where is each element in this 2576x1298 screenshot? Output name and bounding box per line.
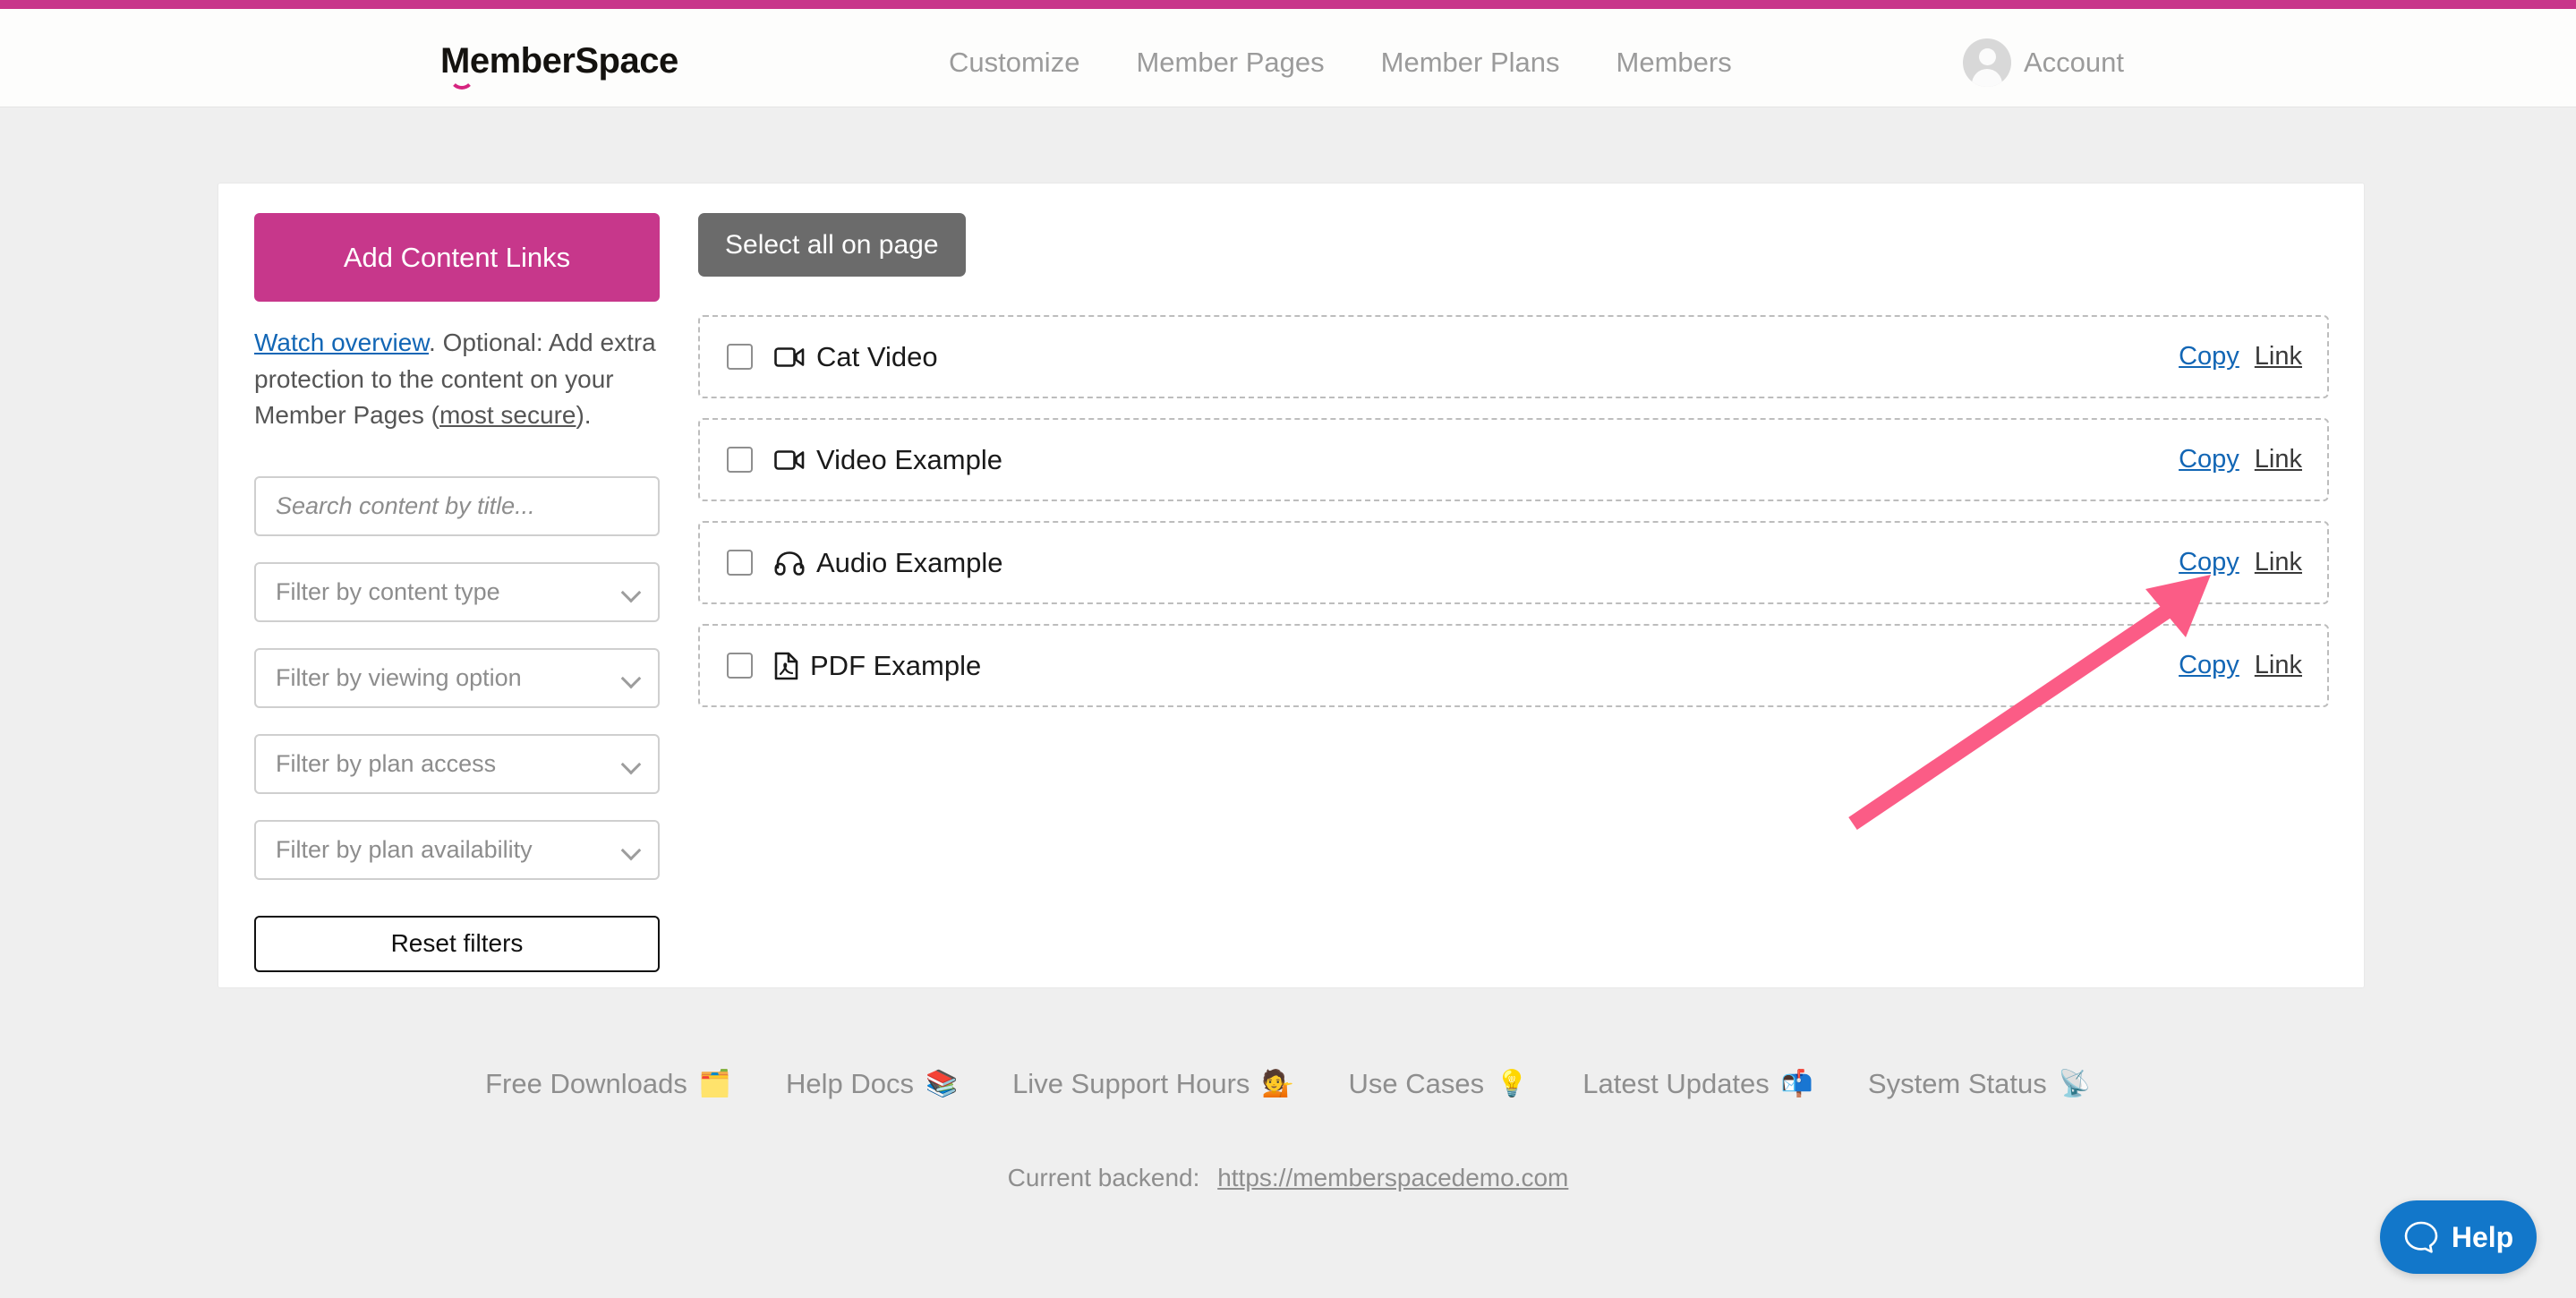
- open-link-action[interactable]: Link: [2255, 342, 2302, 371]
- footer-link-label: Free Downloads: [485, 1068, 687, 1099]
- footer-links: Free Downloads 🗂️ Help Docs 📚 Live Suppo…: [0, 1068, 2576, 1100]
- row-actions: Copy Link: [2179, 445, 2302, 474]
- footer-link-label: System Status: [1867, 1068, 2047, 1099]
- open-link-action[interactable]: Link: [2255, 651, 2302, 680]
- account-label: Account: [2024, 47, 2125, 78]
- current-backend-label: Current backend:: [1007, 1164, 1200, 1191]
- card-index-dividers-icon: 🗂️: [698, 1070, 731, 1098]
- select-all-on-page-button[interactable]: Select all on page: [698, 213, 966, 277]
- nav-item-member-pages[interactable]: Member Pages: [1136, 47, 1324, 79]
- current-backend-url[interactable]: https://memberspacedemo.com: [1217, 1164, 1568, 1191]
- help-widget-button[interactable]: Help: [2380, 1200, 2537, 1274]
- footer-link-free-downloads[interactable]: Free Downloads 🗂️: [485, 1068, 731, 1100]
- nav-item-members[interactable]: Members: [1616, 47, 1732, 79]
- filter-viewing-option-select[interactable]: Filter by viewing option: [254, 647, 660, 708]
- chevron-down-icon: [620, 668, 642, 689]
- books-icon: 📚: [925, 1070, 959, 1098]
- footer-link-label: Help Docs: [785, 1068, 914, 1099]
- content-title: Audio Example: [816, 546, 1003, 578]
- nav-item-member-plans[interactable]: Member Plans: [1381, 47, 1560, 79]
- footer-link-use-cases[interactable]: Use Cases 💡: [1349, 1068, 1529, 1100]
- filter-plan-access-label: Filter by plan access: [276, 749, 497, 777]
- filter-viewing-option-label: Filter by viewing option: [276, 663, 522, 691]
- sidebar-helper-text: Watch overview. Optional: Add extra prot…: [254, 325, 660, 434]
- account-menu[interactable]: Account: [1963, 38, 2124, 87]
- table-row[interactable]: PDF Example Copy Link: [698, 624, 2329, 707]
- speech-bubble-icon: [2404, 1221, 2438, 1253]
- help-widget-label: Help: [2451, 1220, 2514, 1253]
- row-checkbox[interactable]: [727, 447, 753, 473]
- row-checkbox[interactable]: [727, 344, 753, 370]
- support-person-icon: 💁: [1261, 1070, 1294, 1098]
- open-link-action[interactable]: Link: [2255, 548, 2302, 577]
- logo-smile-icon: [449, 77, 474, 90]
- nav-item-customize[interactable]: Customize: [949, 47, 1079, 79]
- brand-top-strip: [0, 0, 2576, 9]
- filters-sidebar: Add Content Links Watch overview. Option…: [254, 213, 660, 972]
- helper-tail-text: ).: [576, 401, 592, 430]
- footer-link-label: Latest Updates: [1582, 1068, 1770, 1099]
- content-title: PDF Example: [810, 649, 982, 681]
- table-row[interactable]: Cat Video Copy Link: [698, 315, 2329, 398]
- current-backend-line: Current backend: https://memberspacedemo…: [0, 1164, 2576, 1192]
- satellite-antenna-icon: 📡: [2058, 1070, 2091, 1098]
- row-checkbox[interactable]: [727, 653, 753, 679]
- filter-content-type-select[interactable]: Filter by content type: [254, 561, 660, 622]
- filter-plan-availability-select[interactable]: Filter by plan availability: [254, 819, 660, 880]
- open-link-action[interactable]: Link: [2255, 445, 2302, 474]
- footer-link-live-support-hours[interactable]: Live Support Hours 💁: [1012, 1068, 1293, 1100]
- table-row[interactable]: Video Example Copy Link: [698, 418, 2329, 501]
- chevron-down-icon: [620, 754, 642, 775]
- footer-link-help-docs[interactable]: Help Docs 📚: [786, 1068, 958, 1100]
- row-actions: Copy Link: [2179, 342, 2302, 371]
- headphones-icon: [774, 551, 805, 576]
- most-secure-link[interactable]: most secure: [439, 401, 576, 429]
- watch-overview-link[interactable]: Watch overview: [254, 329, 429, 356]
- footer-link-system-status[interactable]: System Status 📡: [1868, 1068, 2091, 1100]
- user-avatar-icon: [1963, 38, 2011, 87]
- filter-content-type-label: Filter by content type: [276, 577, 500, 605]
- table-row[interactable]: Audio Example Copy Link: [698, 521, 2329, 604]
- content-title: Cat Video: [816, 340, 938, 372]
- row-checkbox[interactable]: [727, 550, 753, 576]
- copy-link-action[interactable]: Copy: [2179, 651, 2239, 680]
- app-header: MemberSpace Customize Member Pages Membe…: [0, 9, 2576, 107]
- content-links-card: Add Content Links Watch overview. Option…: [218, 183, 2365, 988]
- light-bulb-icon: 💡: [1496, 1070, 1529, 1098]
- search-input-wrapper[interactable]: [254, 475, 660, 536]
- app-logo[interactable]: MemberSpace: [440, 41, 678, 81]
- chevron-down-icon: [620, 582, 642, 603]
- main-navigation: Customize Member Pages Member Plans Memb…: [949, 47, 1732, 79]
- filter-plan-access-select[interactable]: Filter by plan access: [254, 733, 660, 794]
- copy-link-action[interactable]: Copy: [2179, 445, 2239, 474]
- video-camera-icon: [774, 346, 805, 369]
- mailbox-icon: 📬: [1780, 1070, 1813, 1098]
- reset-filters-button[interactable]: Reset filters: [254, 915, 660, 972]
- add-content-links-button[interactable]: Add Content Links: [254, 213, 660, 302]
- row-actions: Copy Link: [2179, 548, 2302, 577]
- search-input[interactable]: [276, 477, 638, 534]
- file-pdf-icon: [774, 652, 798, 680]
- content-title: Video Example: [816, 443, 1002, 475]
- content-list-panel: Select all on page Cat Video Copy Link V…: [698, 213, 2329, 707]
- footer-link-label: Use Cases: [1348, 1068, 1485, 1099]
- chevron-down-icon: [620, 840, 642, 861]
- video-camera-icon: [774, 448, 805, 472]
- copy-link-action[interactable]: Copy: [2179, 342, 2239, 371]
- row-actions: Copy Link: [2179, 651, 2302, 680]
- footer-link-latest-updates[interactable]: Latest Updates 📬: [1582, 1068, 1813, 1100]
- copy-link-action[interactable]: Copy: [2179, 548, 2239, 577]
- filter-plan-availability-label: Filter by plan availability: [276, 835, 533, 863]
- footer-link-label: Live Support Hours: [1012, 1068, 1250, 1099]
